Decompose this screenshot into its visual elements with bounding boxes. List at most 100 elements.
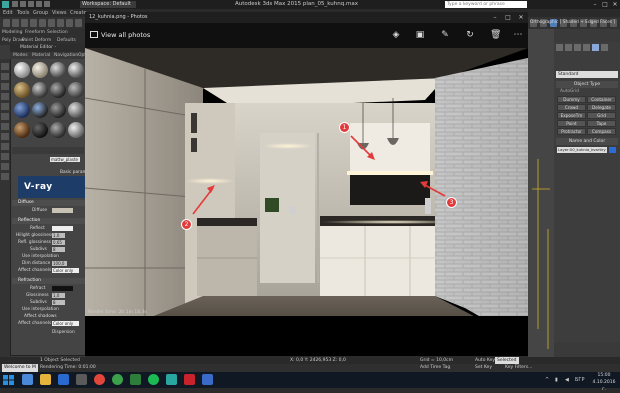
tool-icon[interactable] [1, 143, 9, 150]
material-slot[interactable] [14, 122, 30, 138]
coordinate-readout[interactable]: X: 0,0 Y: 2426,953 Z: 0,0 [290, 357, 346, 364]
reflect-color-swatch[interactable] [52, 226, 73, 231]
object-color-swatch[interactable] [609, 147, 616, 153]
rotate-icon[interactable]: ↻ [465, 30, 475, 40]
tool-icon[interactable] [1, 153, 9, 160]
selected-dropdown[interactable]: Selected [495, 357, 519, 364]
file-explorer-icon[interactable] [40, 374, 51, 385]
tool-icon[interactable] [1, 133, 9, 140]
slideshow-icon[interactable]: ▣ [415, 30, 425, 40]
ribbon-tab[interactable]: Selection [47, 29, 68, 37]
tool-icon[interactable] [1, 83, 9, 90]
open-icon[interactable] [20, 1, 26, 7]
delete-icon[interactable]: 🗑 [490, 30, 501, 40]
3dsmax-taskbar-icon[interactable] [166, 374, 177, 385]
material-slot[interactable] [32, 82, 48, 98]
material-slot[interactable] [32, 62, 48, 78]
help-search-input[interactable]: Type a keyword or phrase [445, 1, 527, 8]
material-slot[interactable] [68, 82, 84, 98]
diffuse-section[interactable]: Diffuse [12, 200, 90, 206]
more-options-icon[interactable]: ⋯ [513, 30, 523, 40]
refr-affect-channels-dropdown[interactable]: Color only [52, 321, 79, 326]
cameras-icon[interactable] [583, 44, 590, 51]
grid-button[interactable]: Grid [587, 112, 616, 119]
object-type-rollout[interactable]: Object Type [556, 81, 618, 88]
dummy-button[interactable]: Dummy [557, 96, 586, 103]
photos-close-button[interactable]: ✕ [516, 12, 526, 23]
share-icon[interactable]: ◈ [391, 30, 401, 40]
object-name-field[interactable]: Layer:00_kuhnia_kvartiry [557, 147, 607, 153]
material-slot[interactable] [14, 62, 30, 78]
mat-menu-item[interactable]: Modes [13, 52, 28, 59]
material-slot[interactable] [68, 62, 84, 78]
redo-icon[interactable] [44, 1, 50, 7]
shapes-icon[interactable] [565, 44, 572, 51]
viewport-label[interactable]: Orthographic [ Shaded + Edged Faces ] [528, 17, 620, 29]
tool-icon[interactable] [1, 73, 9, 80]
delegate-button[interactable]: Delegate [587, 104, 616, 111]
photos-minimize-button[interactable]: – [490, 12, 500, 23]
volume-icon[interactable]: ◀ [565, 377, 569, 383]
mat-menu-item[interactable]: Navigation [54, 52, 78, 59]
reflection-section[interactable]: Reflection [12, 218, 90, 224]
tool-icon[interactable] [1, 113, 9, 120]
edge-icon[interactable] [58, 374, 69, 385]
move-icon[interactable] [66, 19, 73, 27]
refl-subdivs-field[interactable]: 8 [52, 247, 65, 252]
photos-maximize-button[interactable]: □ [503, 12, 513, 23]
max-app-icon[interactable] [2, 1, 9, 8]
helpers-icon[interactable] [592, 44, 599, 51]
set-key-button[interactable]: Set Key [475, 364, 492, 372]
store-icon[interactable] [76, 374, 87, 385]
taskview-icon[interactable] [22, 374, 33, 385]
dim-distance-field[interactable]: 100,0 [52, 261, 67, 266]
photos-icon[interactable] [90, 31, 98, 38]
diffuse-color-swatch[interactable] [52, 208, 73, 213]
material-slot[interactable] [50, 82, 66, 98]
material-slot[interactable] [68, 122, 84, 138]
material-slot[interactable] [50, 62, 66, 78]
name-and-color-rollout[interactable]: Name and Color [556, 138, 618, 145]
windows-start-icon[interactable] [2, 374, 15, 386]
crowd-button[interactable]: Crowd [557, 104, 586, 111]
geometry-icon[interactable] [556, 44, 563, 51]
material-slot[interactable] [32, 122, 48, 138]
menu-item[interactable]: Group [33, 9, 48, 17]
tool-icon[interactable] [1, 103, 9, 110]
key-filters-button[interactable]: Key Filters... [505, 364, 532, 372]
photos-taskbar-icon[interactable] [202, 374, 213, 385]
material-slot[interactable] [14, 102, 30, 118]
refract-color-swatch[interactable] [52, 286, 73, 291]
refr-glossiness-field[interactable]: 1,0 [52, 293, 65, 298]
save-icon[interactable] [28, 1, 34, 7]
undo-tool-icon[interactable] [3, 19, 10, 27]
auto-key-button[interactable]: Auto Key [475, 357, 495, 364]
new-icon[interactable] [12, 1, 18, 7]
ribbon-tab[interactable]: Modeling [2, 29, 22, 37]
refraction-section[interactable]: Refraction [12, 278, 90, 284]
add-time-tag[interactable]: Add Time Tag [420, 364, 450, 372]
undo-icon[interactable] [36, 1, 42, 7]
select-by-name-icon[interactable] [57, 19, 64, 27]
adobe-icon[interactable] [184, 374, 195, 385]
tool-icon[interactable] [1, 93, 9, 100]
lights-icon[interactable] [574, 44, 581, 51]
max-minimize-button[interactable]: – [590, 0, 600, 9]
system-clock[interactable]: 15:00 4.10.2016 г. [590, 372, 618, 392]
exposetm-button[interactable]: ExposeTm [557, 112, 586, 119]
max-close-button[interactable]: ✕ [610, 0, 620, 9]
category-dropdown[interactable]: Standard [556, 71, 618, 78]
protractor-button[interactable]: Protractor [557, 128, 586, 135]
input-language[interactable]: БГР [575, 377, 585, 383]
edit-icon[interactable]: ✎ [440, 30, 450, 40]
tray-arrow-icon[interactable]: ^ [545, 377, 549, 383]
menu-item[interactable]: Views [52, 9, 66, 17]
bind-space-warp-icon[interactable] [39, 19, 46, 27]
maxscript-listener[interactable]: Welcome to M [2, 364, 38, 372]
container-button[interactable]: Container [587, 96, 616, 103]
workspace-dropdown[interactable]: Workspace: Default [80, 1, 136, 8]
link-icon[interactable] [21, 19, 28, 27]
hilight-glossiness-field[interactable]: 1,0 [52, 233, 65, 238]
menu-item[interactable]: Edit [3, 9, 13, 17]
refl-affect-channels-dropdown[interactable]: Color only [52, 268, 79, 273]
